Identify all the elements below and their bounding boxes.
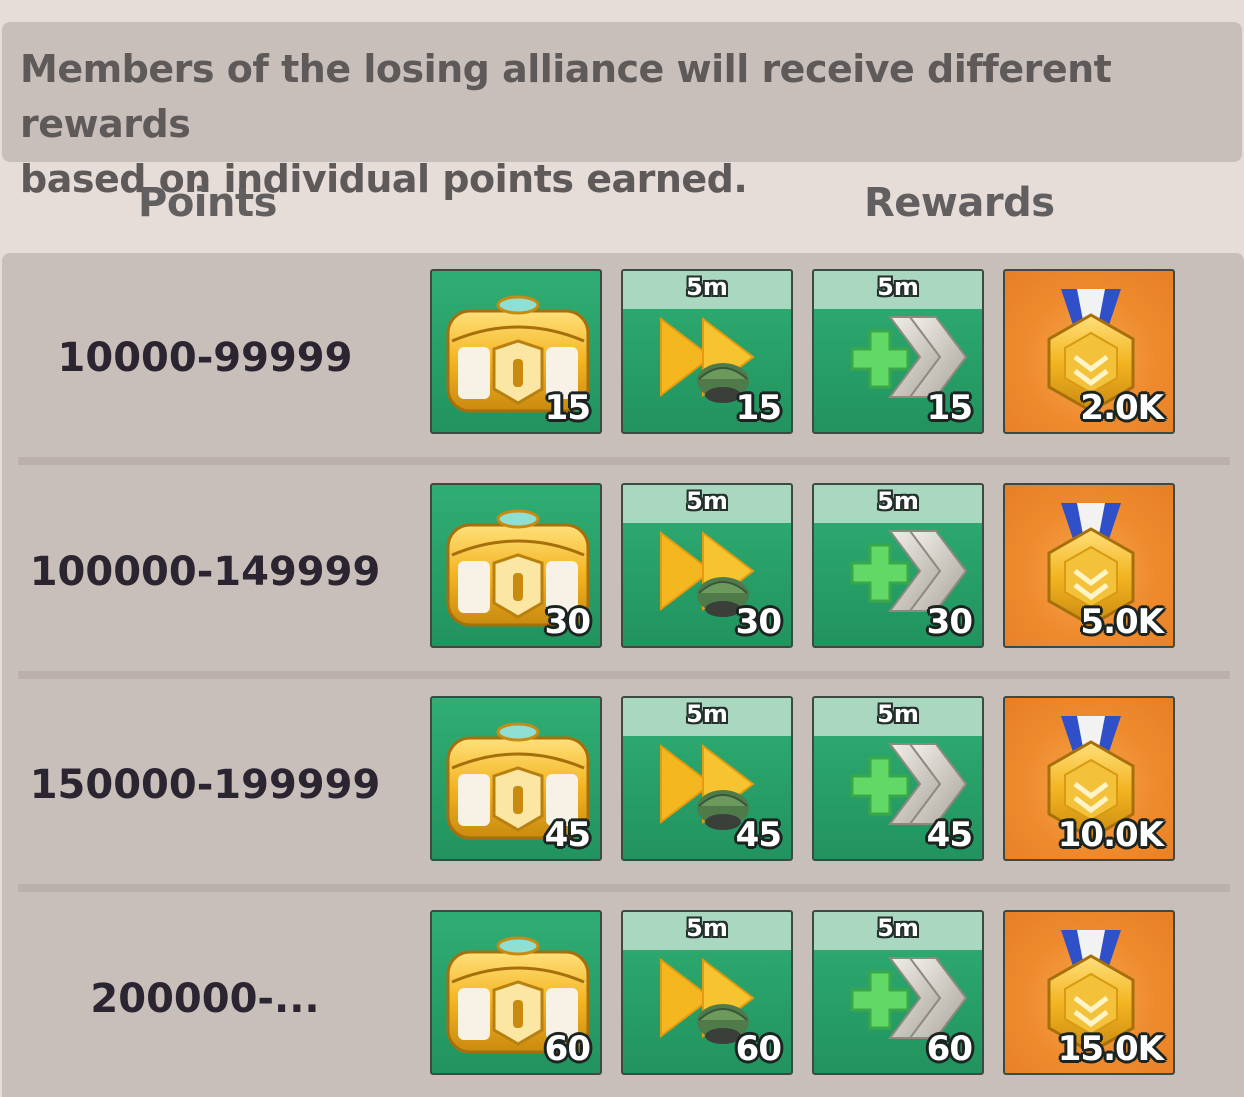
reward-medal-tile[interactable]: 10.0K [1003,696,1175,861]
reward-count: 15 [926,388,973,428]
reward-count: 30 [735,602,782,642]
reward-training-speedup-tile[interactable]: 5m 15 [621,269,793,434]
tier-points-range: 10000-99999 [57,335,353,381]
reward-count: 5.0K [1080,602,1164,642]
reward-count: 2.0K [1080,388,1164,428]
reward-count: 15.0K [1057,1029,1164,1069]
row-divider [18,884,1230,892]
reward-chest-tile[interactable]: 60 [430,910,602,1075]
reward-count: 30 [544,602,591,642]
reward-count: 15 [544,388,591,428]
reward-medal-tile[interactable]: 15.0K [1003,910,1175,1075]
reward-chest-tile[interactable]: 15 [430,269,602,434]
reward-count: 60 [735,1029,782,1069]
reward-count: 60 [926,1029,973,1069]
tier-points-range: 150000-199999 [29,762,381,808]
reward-count: 30 [926,602,973,642]
row-divider [18,671,1230,679]
rewards-column-header: Rewards [864,180,1055,226]
reward-medal-tile[interactable]: 5.0K [1003,483,1175,648]
reward-count: 45 [735,815,782,855]
reward-healing-speedup-tile[interactable]: 5m 15 [812,269,984,434]
reward-training-speedup-tile[interactable]: 5m 30 [621,483,793,648]
reward-count: 60 [544,1029,591,1069]
reward-healing-speedup-tile[interactable]: 5m 45 [812,696,984,861]
reward-medal-tile[interactable]: 2.0K [1003,269,1175,434]
tier-points-range: 100000-149999 [29,549,381,595]
reward-chest-tile[interactable]: 45 [430,696,602,861]
reward-training-speedup-tile[interactable]: 5m 60 [621,910,793,1075]
reward-count: 45 [926,815,973,855]
row-divider [18,457,1230,465]
reward-count: 15 [735,388,782,428]
reward-chest-tile[interactable]: 30 [430,483,602,648]
reward-training-speedup-tile[interactable]: 5m 45 [621,696,793,861]
info-line-1: Members of the losing alliance will rece… [20,47,1112,146]
points-column-header: Points [138,180,277,226]
tier-points-range: 200000-... [90,976,320,1022]
reward-count: 10.0K [1057,815,1164,855]
reward-healing-speedup-tile[interactable]: 5m 30 [812,483,984,648]
reward-count: 45 [544,815,591,855]
reward-healing-speedup-tile[interactable]: 5m 60 [812,910,984,1075]
